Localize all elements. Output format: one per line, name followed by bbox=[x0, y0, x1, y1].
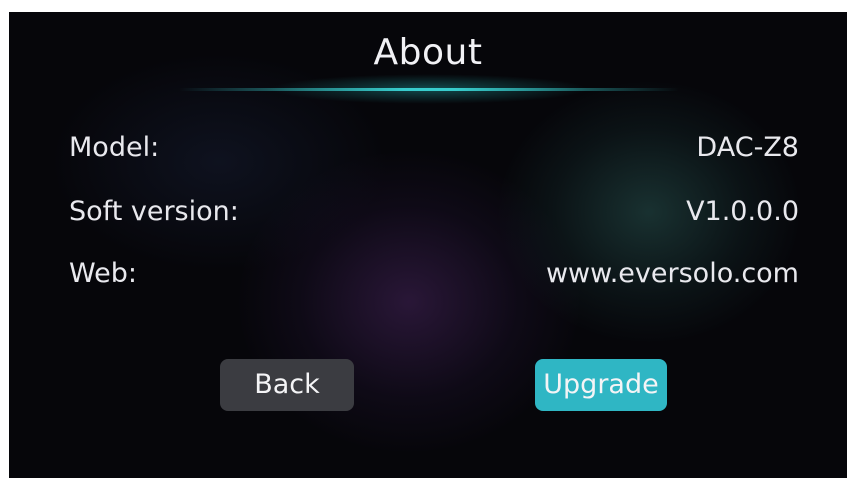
about-screen: About Model: DAC-Z8 Soft version: V1.0.0… bbox=[9, 12, 847, 478]
soft-version-value: V1.0.0.0 bbox=[686, 196, 799, 227]
web-label: Web: bbox=[69, 258, 137, 289]
model-label: Model: bbox=[69, 132, 160, 163]
info-row-model: Model: DAC-Z8 bbox=[69, 132, 799, 172]
info-row-soft-version: Soft version: V1.0.0.0 bbox=[69, 196, 799, 236]
title-underline bbox=[179, 88, 679, 91]
soft-version-label: Soft version: bbox=[69, 196, 239, 227]
upgrade-button[interactable]: Upgrade bbox=[535, 359, 667, 411]
info-row-web: Web: www.eversolo.com bbox=[69, 258, 799, 298]
back-button[interactable]: Back bbox=[220, 359, 354, 411]
model-value: DAC-Z8 bbox=[696, 132, 799, 163]
web-value: www.eversolo.com bbox=[545, 258, 799, 289]
page-title: About bbox=[373, 32, 483, 73]
